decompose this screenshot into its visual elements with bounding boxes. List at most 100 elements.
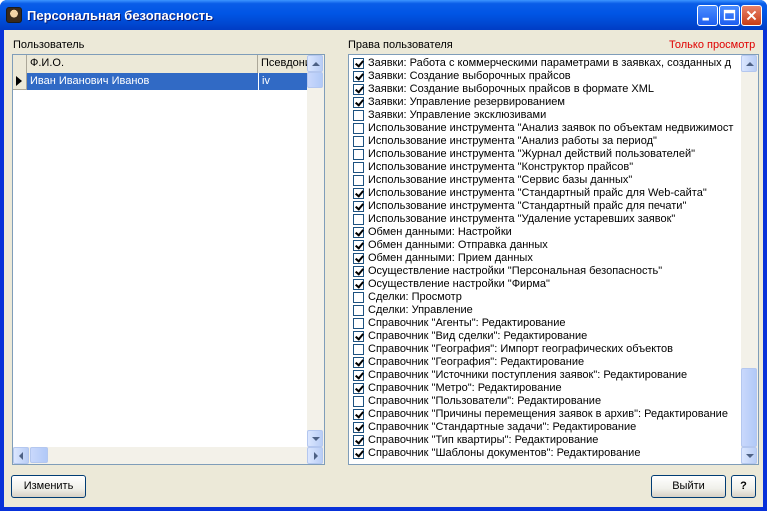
permission-label: Справочник "Тип квартиры": Редактировани… [368,434,599,446]
user-name-cell[interactable]: Иван Иванович Иванов [27,73,258,90]
permission-checkbox[interactable] [353,227,364,238]
permission-label: Обмен данными: Настройки [368,226,512,238]
permission-checkbox[interactable] [353,292,364,303]
permission-label: Справочник "Агенты": Редактирование [368,317,566,329]
permission-label: Справочник "Пользователи": Редактировани… [368,395,602,407]
permission-checkbox[interactable] [353,253,364,264]
exit-button[interactable]: Выйти [651,475,726,498]
arrow-right-icon [314,452,318,460]
permission-checkbox[interactable] [353,240,364,251]
permission-checkbox[interactable] [353,84,364,95]
arrow-down-icon [746,454,754,458]
permission-checkbox[interactable] [353,71,364,82]
arrow-down-icon [312,437,320,441]
permission-checkbox[interactable] [353,422,364,433]
horizontal-scroll-thumb[interactable] [30,447,48,463]
arrow-up-icon [746,62,754,66]
permission-label: Использование инструмента "Анализ работы… [368,135,657,147]
close-button[interactable] [741,5,762,26]
permission-label: Справочник "Метро": Редактирование [368,382,562,394]
permission-checkbox[interactable] [353,318,364,329]
minimize-button[interactable] [697,5,718,26]
scroll-up-button[interactable] [307,55,323,72]
permission-label: Справочник "География": Редактирование [368,356,585,368]
window: Персональная безопасность Пользователь П… [0,0,767,511]
scroll-right-button[interactable] [307,447,323,464]
scroll-thumb[interactable] [741,368,757,447]
permission-label: Сделки: Просмотр [368,291,462,303]
scroll-down-button[interactable] [307,430,323,447]
permission-label: Заявки: Создание выборочных прайсов в фо… [368,83,655,95]
permission-checkbox[interactable] [353,305,364,316]
title-bar[interactable]: Персональная безопасность [0,0,767,30]
rights-checklist[interactable]: Заявки: Работа с коммерческими параметра… [348,54,759,465]
permission-label: Заявки: Управление эксклюзивами [368,109,547,121]
permission-checkbox[interactable] [353,110,364,121]
permission-checkbox[interactable] [353,357,364,368]
grid-vertical-scrollbar[interactable] [307,55,324,447]
permission-label: Осуществление настройки "Персональная бе… [368,265,663,277]
readonly-label: Только просмотр [669,39,756,51]
permission-checkbox[interactable] [353,188,364,199]
permission-label: Справочник "Причины перемещения заявок в… [368,408,728,420]
window-title: Персональная безопасность [27,8,214,23]
permission-label: Использование инструмента "Конструктор п… [368,161,634,173]
permission-checkbox[interactable] [353,214,364,225]
permission-label: Использование инструмента "Стандартный п… [368,200,687,212]
permission-label: Справочник "Стандартные задачи": Редакти… [368,421,637,433]
permission-label: Справочник "Шаблоны документов": Редакти… [368,447,641,459]
permission-label: Использование инструмента "Стандартный п… [368,187,707,199]
close-icon [746,10,757,21]
permission-label: Использование инструмента "Удаление уста… [368,213,676,225]
permission-label: Обмен данными: Прием данных [368,252,533,264]
permission-checkbox[interactable] [353,58,364,69]
permission-checkbox[interactable] [353,435,364,446]
permission-checkbox[interactable] [353,370,364,381]
permission-label: Справочник "Источники поступления заявок… [368,369,688,381]
permission-checkbox[interactable] [353,97,364,108]
permission-checkbox[interactable] [353,448,364,459]
permission-checkbox[interactable] [353,383,364,394]
user-label: Пользователь [13,39,85,51]
maximize-icon [723,9,736,21]
permission-label: Заявки: Работа с коммерческими параметра… [368,57,732,69]
permission-checkbox[interactable] [353,175,364,186]
maximize-button[interactable] [719,5,740,26]
permission-checkbox[interactable] [353,149,364,160]
permission-checkbox[interactable] [353,279,364,290]
permission-checkbox[interactable] [353,266,364,277]
rights-label: Права пользователя [348,39,453,51]
rights-vertical-scrollbar[interactable] [741,55,758,464]
permission-label: Заявки: Создание выборочных прайсов [368,70,571,82]
permission-label: Использование инструмента "Анализ заявок… [368,122,734,134]
grid-horizontal-scrollbar[interactable] [13,447,324,464]
current-row-arrow-icon [16,76,22,86]
minimize-icon [702,17,709,21]
permission-label: Заявки: Управление резервированием [368,96,565,108]
scroll-up-button[interactable] [741,55,757,72]
grid-header: Ф.И.О. Псевдоним [13,55,324,73]
permission-checkbox[interactable] [353,136,364,147]
app-icon [6,7,22,23]
column-header-fio[interactable]: Ф.И.О. [27,55,258,73]
help-button[interactable]: ? [731,475,756,498]
scroll-left-button[interactable] [13,447,29,464]
permission-checkbox[interactable] [353,344,364,355]
permission-checkbox[interactable] [353,331,364,342]
change-button[interactable]: Изменить [11,475,86,498]
permission-checkbox[interactable] [353,396,364,407]
permission-label: Сделки: Управление [368,304,473,316]
users-grid[interactable]: Ф.И.О. Псевдоним Иван Иванович Иванов iv [12,54,325,465]
permission-checkbox[interactable] [353,123,364,134]
permission-checkbox[interactable] [353,162,364,173]
dialog-client-area: Пользователь Права пользователя Только п… [4,30,763,507]
permission-checkbox[interactable] [353,201,364,212]
arrow-up-icon [312,62,320,66]
table-row[interactable]: Иван Иванович Иванов iv [13,73,324,90]
permission-label: Обмен данными: Отправка данных [368,239,548,251]
scroll-down-button[interactable] [741,447,757,464]
scroll-thumb[interactable] [307,72,323,88]
permission-label: Справочник "Вид сделки": Редактирование [368,330,588,342]
grid-indicator-header [13,55,27,73]
permission-checkbox[interactable] [353,409,364,420]
